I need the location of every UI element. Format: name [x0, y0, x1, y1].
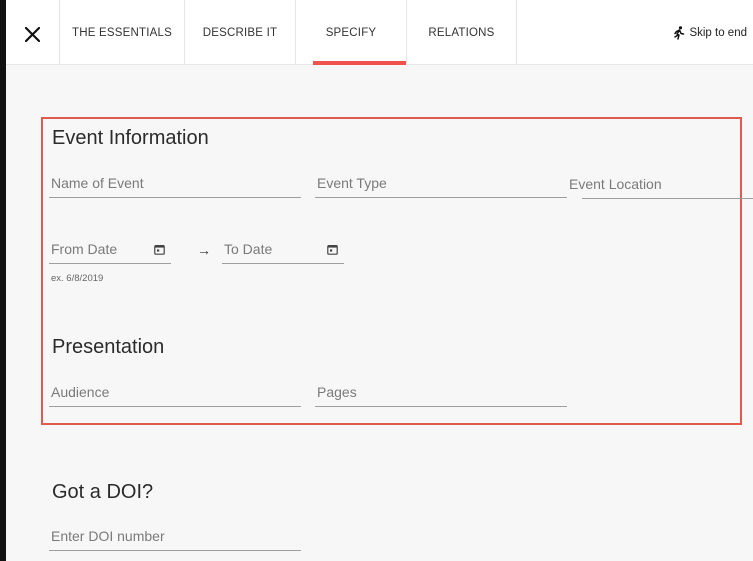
doi-title: Got a DOI? — [52, 481, 154, 503]
close-icon — [24, 26, 40, 42]
doi-placeholder: Enter DOI number — [51, 528, 165, 544]
date-format-hint: ex. 6/8/2019 — [51, 273, 104, 284]
name-of-event-field[interactable]: Name of Event — [49, 168, 301, 198]
to-date-placeholder: To Date — [224, 241, 273, 257]
event-information-title: Event Information — [52, 127, 209, 149]
tab-label: RELATIONS — [428, 26, 495, 39]
from-date-field[interactable]: From Date — [49, 234, 171, 264]
date-range-arrow-icon: → — [197, 242, 211, 258]
tab-label: DESCRIBE IT — [202, 26, 278, 39]
skip-to-end-link[interactable]: Skip to end — [673, 26, 747, 40]
tab-label: SPECIFY — [325, 26, 377, 39]
event-location-underline — [582, 198, 753, 199]
running-person-icon — [674, 26, 685, 40]
event-type-field[interactable]: Event Type — [315, 168, 567, 198]
calendar-icon[interactable] — [154, 244, 165, 255]
tab-relations[interactable]: RELATIONS — [406, 0, 517, 65]
tab-specify[interactable]: SPECIFY — [295, 0, 406, 65]
active-tab-indicator — [313, 61, 406, 65]
top-navigation-bar: THE ESSENTIALS DESCRIBE IT SPECIFY RELAT… — [6, 0, 753, 65]
doi-field[interactable]: Enter DOI number — [49, 521, 301, 551]
pages-field[interactable]: Pages — [315, 377, 567, 407]
to-date-field[interactable]: To Date — [222, 234, 344, 264]
skip-label: Skip to end — [689, 27, 747, 39]
event-type-placeholder: Event Type — [317, 175, 387, 191]
tab-describe-it[interactable]: DESCRIBE IT — [184, 0, 295, 65]
name-of-event-placeholder: Name of Event — [51, 175, 144, 191]
audience-placeholder: Audience — [51, 384, 110, 400]
window-edge — [0, 0, 6, 561]
audience-field[interactable]: Audience — [49, 377, 301, 407]
event-location-field[interactable]: Event Location — [567, 168, 753, 199]
event-location-placeholder: Event Location — [569, 176, 662, 192]
presentation-title: Presentation — [52, 336, 165, 358]
close-button[interactable] — [12, 10, 52, 58]
tab-the-essentials[interactable]: THE ESSENTIALS — [59, 0, 184, 65]
calendar-icon[interactable] — [327, 244, 338, 255]
from-date-placeholder: From Date — [51, 241, 118, 257]
pages-placeholder: Pages — [317, 384, 357, 400]
tab-label: THE ESSENTIALS — [72, 26, 172, 39]
